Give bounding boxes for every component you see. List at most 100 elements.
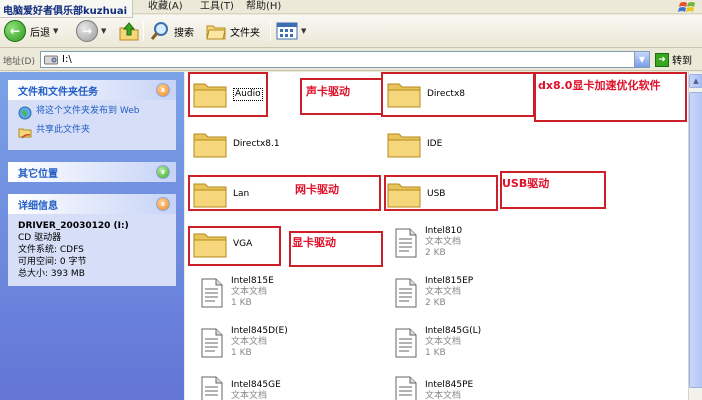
- folders-button[interactable]: 文件夹: [205, 19, 260, 43]
- menu-help[interactable]: 帮助(H): [246, 0, 281, 12]
- file-type: 文本文档: [425, 391, 462, 400]
- up-folder-icon: [119, 22, 139, 41]
- file-tasks-title: 文件和文件夹任务: [18, 86, 98, 98]
- folder-name: Directx8.1: [233, 138, 280, 149]
- file-tasks-body: 将这个文件夹发布到 Web 共享此文件夹: [8, 100, 176, 150]
- other-places-panel: 其它位置 ∨: [8, 162, 176, 182]
- address-label: 地址(D): [3, 57, 35, 67]
- drive-filesystem: 文件系统: CDFS: [18, 245, 84, 255]
- watermark-text: 电脑爱好者俱乐部kuzhuai: [0, 0, 134, 18]
- globe-icon: [18, 106, 32, 120]
- views-icon: [276, 22, 298, 40]
- folders-icon: [206, 25, 226, 40]
- back-button[interactable]: ← 后退 ▼: [4, 19, 58, 43]
- file-name: Intel845GE: [231, 380, 281, 390]
- annotation-network-card: 网卡驱动: [295, 183, 339, 196]
- folders-label: 文件夹: [230, 27, 260, 39]
- text-file-item[interactable]: Intel845GE 文本文档: [195, 376, 281, 400]
- menu-tools[interactable]: 工具(T): [200, 0, 234, 12]
- annotation-usb-driver: USB驱动: [502, 177, 550, 190]
- details-title: 详细信息: [18, 200, 58, 212]
- folder-item[interactable]: Directx8.1: [193, 130, 280, 158]
- share-folder-link[interactable]: 共享此文件夹: [18, 125, 168, 139]
- text-file-item[interactable]: Intel810 文本文档 2 KB: [389, 226, 462, 259]
- other-places-header[interactable]: 其它位置 ∨: [8, 162, 176, 182]
- back-label: 后退: [30, 27, 50, 39]
- folder-icon: [193, 133, 227, 158]
- folder-icon: [387, 133, 421, 158]
- chevron-down-icon: ▼: [53, 27, 59, 35]
- drive-name: DRIVER_20030120 (I:): [18, 221, 129, 231]
- annotation-box-vga: [188, 226, 281, 266]
- back-arrow-icon: ←: [4, 20, 26, 42]
- file-name: Intel845PE: [425, 380, 474, 390]
- toolbar-separator: [270, 21, 271, 41]
- file-type: 文本文档: [231, 337, 268, 347]
- up-folder-button[interactable]: [118, 19, 140, 43]
- address-bar: 地址(D) I:\ ▼ ➜ 转到: [0, 49, 702, 71]
- annotation-box-usb: [384, 175, 498, 211]
- go-arrow-icon: ➜: [655, 52, 669, 67]
- share-folder-label: 共享此文件夹: [36, 125, 91, 135]
- text-file-item[interactable]: Intel845D(E) 文本文档 1 KB: [195, 326, 288, 359]
- annotation-dx-accelerate: dx8.0显卡加速优化软件: [538, 79, 661, 92]
- go-button[interactable]: ➜ 转到: [655, 52, 692, 67]
- annotation-video-card: 显卡驱动: [292, 236, 336, 249]
- folder-name: IDE: [427, 138, 443, 149]
- file-type: 文本文档: [425, 337, 462, 347]
- share-folder-icon: [18, 128, 32, 139]
- file-size: 2 KB: [425, 248, 446, 258]
- toolbar: ← 后退 ▼ → ▼ 搜索 文件夹 ▼: [0, 15, 702, 48]
- forward-button[interactable]: → ▼: [76, 19, 106, 43]
- text-document-icon: [201, 328, 223, 357]
- file-name: Intel815E: [231, 276, 274, 286]
- collapse-icon[interactable]: ∧: [156, 197, 170, 211]
- drive-free-space: 可用空间: 0 字节: [18, 257, 87, 267]
- folder-item[interactable]: IDE: [387, 130, 442, 158]
- file-name: Intel815EP: [425, 276, 474, 286]
- annotation-box-directx8: [381, 72, 535, 117]
- menu-favorites[interactable]: 收藏(A): [148, 0, 183, 12]
- expand-icon[interactable]: ∨: [156, 165, 170, 179]
- text-document-icon: [201, 278, 223, 307]
- views-button[interactable]: ▼: [276, 19, 306, 43]
- details-body: DRIVER_20030120 (I:) CD 驱动器 文件系统: CDFS 可…: [8, 214, 176, 286]
- chevron-down-icon: ▼: [301, 27, 307, 35]
- text-document-icon: [395, 278, 417, 307]
- vertical-scrollbar[interactable]: ▲: [688, 72, 702, 400]
- file-list: Audio Directx8 Directx8.1 IDE Lan USB VG…: [185, 72, 688, 400]
- details-panel: 详细信息 ∧ DRIVER_20030120 (I:) CD 驱动器 文件系统:…: [8, 194, 176, 286]
- annotation-sound-card: 声卡驱动: [306, 85, 350, 98]
- file-size: 1 KB: [231, 348, 252, 358]
- file-size: 1 KB: [231, 298, 252, 308]
- windows-logo-icon: [678, 2, 695, 12]
- text-file-item[interactable]: Intel845PE 文本文档: [389, 376, 473, 400]
- file-tasks-header[interactable]: 文件和文件夹任务 ∧: [8, 80, 176, 100]
- file-size: 1 KB: [425, 348, 446, 358]
- drive-type: CD 驱动器: [18, 233, 62, 243]
- text-document-icon: [201, 376, 223, 400]
- file-type: 文本文档: [231, 391, 268, 400]
- details-header[interactable]: 详细信息 ∧: [8, 194, 176, 214]
- file-name: Intel845D(E): [231, 326, 288, 336]
- go-label: 转到: [672, 56, 692, 67]
- scroll-up-icon[interactable]: ▲: [689, 74, 702, 88]
- text-file-item[interactable]: Intel815EP 文本文档 2 KB: [389, 276, 473, 309]
- publish-web-link[interactable]: 将这个文件夹发布到 Web: [18, 106, 168, 120]
- file-type: 文本文档: [425, 237, 462, 247]
- file-type: 文本文档: [231, 287, 268, 297]
- address-input[interactable]: I:\ ▼: [40, 51, 650, 68]
- address-dropdown-icon[interactable]: ▼: [634, 52, 649, 67]
- text-file-item[interactable]: Intel815E 文本文档 1 KB: [195, 276, 274, 309]
- search-label: 搜索: [174, 27, 194, 39]
- file-tasks-panel: 文件和文件夹任务 ∧ 将这个文件夹发布到 Web 共享此文件夹: [8, 80, 176, 150]
- scroll-thumb[interactable]: [689, 92, 702, 388]
- collapse-icon[interactable]: ∧: [156, 83, 170, 97]
- drive-total-size: 总大小: 393 MB: [18, 269, 85, 279]
- search-button[interactable]: 搜索: [149, 19, 194, 43]
- publish-web-label: 将这个文件夹发布到 Web: [36, 106, 140, 116]
- forward-arrow-icon: →: [76, 20, 98, 42]
- text-file-item[interactable]: Intel845G(L) 文本文档 1 KB: [389, 326, 481, 359]
- task-pane: 文件和文件夹任务 ∧ 将这个文件夹发布到 Web 共享此文件夹 其它位置 ∨ 详…: [0, 72, 184, 400]
- text-document-icon: [395, 228, 417, 257]
